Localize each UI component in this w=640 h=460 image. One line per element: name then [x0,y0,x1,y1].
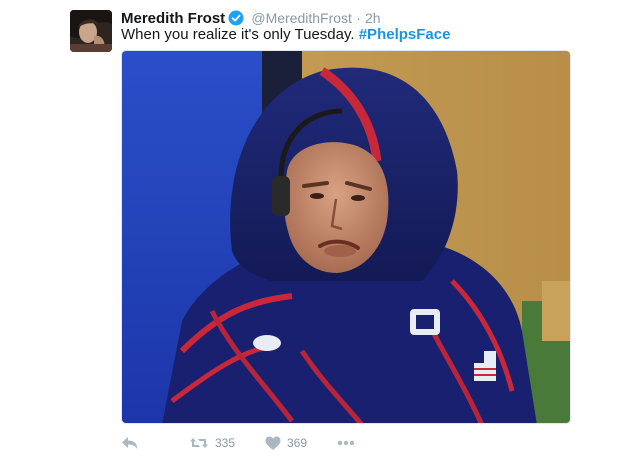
tweet-text: When you realize it's only Tuesday. #Phe… [121,25,450,45]
retweet-icon [190,438,208,448]
hashtag-link[interactable]: #PhelpsFace [359,26,451,43]
like-count: 369 [287,436,308,450]
like-button[interactable]: 369 [265,434,307,452]
tweet-photo[interactable] [121,50,571,424]
more-icon [337,440,355,446]
verified-badge-icon [228,10,244,26]
phelps-photo [122,51,570,423]
reply-icon [122,437,138,449]
timestamp[interactable]: 2h [365,10,381,26]
separator-dot: · [356,10,361,26]
tweet-body: When you realize it's only Tuesday. [121,26,355,43]
tweet: Meredith Frost @MeredithFrost · 2h When … [0,0,640,460]
retweet-count: 335 [215,436,236,450]
retweet-button[interactable]: 335 [189,434,235,452]
avatar[interactable] [70,10,112,52]
more-button[interactable] [337,434,355,452]
heart-icon [265,436,281,450]
author-handle[interactable]: @MeredithFrost [251,10,352,26]
reply-button[interactable] [121,434,139,452]
avatar-image [70,10,112,52]
